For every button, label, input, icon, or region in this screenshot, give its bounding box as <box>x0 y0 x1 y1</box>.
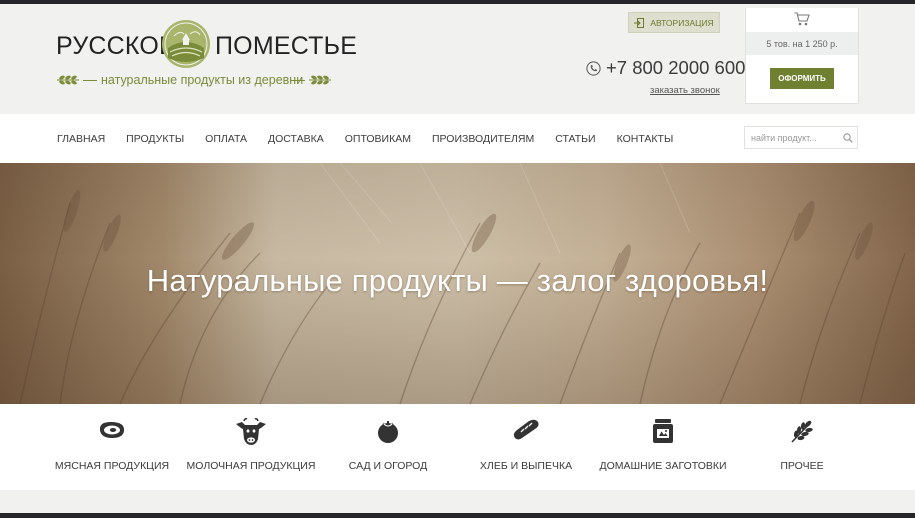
site-header: РУССКОЕ ПОМЕСТЬЕ натуральные продукты из… <box>0 4 915 114</box>
nav-item-delivery[interactable]: ДОСТАВКА <box>268 133 324 145</box>
main-nav: ГЛАВНАЯ ПРОДУКТЫ ОПЛАТА ДОСТАВКА ОПТОВИК… <box>0 114 915 163</box>
wheat-sprig-icon <box>57 75 79 85</box>
nav-item-home[interactable]: ГЛАВНАЯ <box>57 133 105 145</box>
category-dairy[interactable]: МОЛОЧНАЯ ПРОДУКЦИЯ <box>187 404 315 490</box>
logo-emblem-icon <box>162 20 210 68</box>
category-label: ПРОЧЕЕ <box>780 460 824 472</box>
nav-item-contacts[interactable]: КОНТАКТЫ <box>617 133 674 145</box>
category-bread[interactable]: ХЛЕБ И ВЫПЕЧКА <box>470 404 582 490</box>
nav-items: ГЛАВНАЯ ПРОДУКТЫ ОПЛАТА ДОСТАВКА ОПТОВИК… <box>57 114 694 163</box>
category-meat[interactable]: МЯСНАЯ ПРОДУКЦИЯ <box>50 404 174 490</box>
category-label: ДОМАШНИЕ ЗАГОТОВКИ <box>599 460 727 472</box>
category-label: МОЛОЧНАЯ ПРОДУКЦИЯ <box>186 460 316 472</box>
cart-summary[interactable]: 5 тов. на 1 250 р. <box>746 32 858 55</box>
phone-number[interactable]: +7 800 2000 600 <box>586 57 745 79</box>
category-other[interactable]: ПРОЧЕЕ <box>772 404 832 490</box>
search-input[interactable] <box>751 130 837 145</box>
auth-button[interactable]: АВТОРИЗАЦИЯ <box>628 12 720 33</box>
nav-item-payment[interactable]: ОПЛАТА <box>205 133 247 145</box>
category-preserves[interactable]: ДОМАШНИЕ ЗАГОТОВКИ <box>599 404 727 490</box>
cart-widget: 5 тов. на 1 250 р. ОФОРМИТЬ <box>745 8 859 104</box>
cow-icon <box>236 418 266 445</box>
nav-item-wholesale[interactable]: ОПТОВИКАМ <box>345 133 411 145</box>
nav-item-producers[interactable]: ПРОИЗВОДИТЕЛЯМ <box>432 133 534 145</box>
category-label: ХЛЕБ И ВЫПЕЧКА <box>479 460 573 472</box>
logo-tagline-row: натуральные продукты из деревни <box>56 73 336 89</box>
meat-icon <box>99 422 125 438</box>
jar-icon <box>653 419 673 443</box>
nav-item-articles[interactable]: СТАТЬИ <box>555 133 595 145</box>
search-icon[interactable] <box>843 133 853 143</box>
category-bar: МЯСНАЯ ПРОДУКЦИЯ МОЛОЧНАЯ ПРОДУКЦИЯ САД … <box>0 404 915 490</box>
page-below <box>0 490 915 513</box>
category-garden[interactable]: САД И ОГОРОД <box>340 404 436 490</box>
logo-word-left: РУССКОЕ <box>56 32 176 60</box>
callback-link[interactable]: заказать звонок <box>650 85 720 96</box>
login-icon <box>634 17 645 28</box>
tagline-dash-right <box>291 80 305 81</box>
logo-tagline: натуральные продукты из деревни <box>101 73 304 87</box>
phone-text: +7 800 2000 600 <box>606 57 746 78</box>
category-label: МЯСНАЯ ПРОДУКЦИЯ <box>54 460 170 472</box>
cart-icon[interactable] <box>794 12 810 26</box>
wheat-sprig-icon <box>309 75 331 85</box>
hero-banner: Натуральные продукты — залог здоровья! <box>0 163 915 404</box>
site-logo[interactable]: РУССКОЕ ПОМЕСТЬЕ натуральные продукты из… <box>56 20 357 94</box>
auth-label: АВТОРИЗАЦИЯ <box>650 17 714 28</box>
hero-slogan: Натуральные продукты — залог здоровья! <box>146 263 769 298</box>
category-label: САД И ОГОРОД <box>348 460 428 472</box>
tagline-dash-left <box>83 80 97 81</box>
bottom-bar <box>0 513 915 518</box>
search-box <box>744 126 858 149</box>
tomato-icon <box>378 421 398 443</box>
bread-icon <box>513 419 539 440</box>
phone-icon <box>586 60 601 76</box>
nav-item-products[interactable]: ПРОДУКТЫ <box>126 133 184 145</box>
checkout-button[interactable]: ОФОРМИТЬ <box>770 68 834 89</box>
logo-word-right: ПОМЕСТЬЕ <box>215 32 358 60</box>
wheat-icon <box>791 420 813 443</box>
